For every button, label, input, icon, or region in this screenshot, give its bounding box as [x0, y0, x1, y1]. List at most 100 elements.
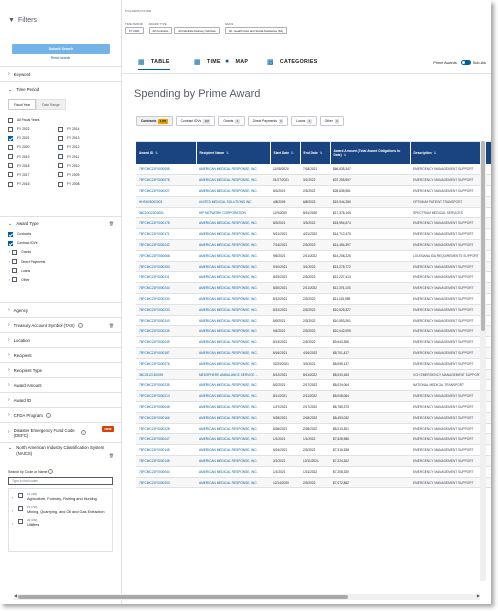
naics-search-input[interactable]: Type to find codes: [8, 477, 113, 485]
recipient-link[interactable]: AMERICAN MEDICAL RESPONSE, INC.: [196, 228, 270, 241]
filter-section-treasury-account-symbol-tas[interactable]: › Treasury Account Symbol (TAS) i 🗑: [0, 318, 121, 333]
award-tab-loans[interactable]: Loans 0: [291, 116, 317, 126]
award-id-link[interactable]: 75FCMC21F0000211: [136, 271, 196, 284]
checkbox[interactable]: [8, 181, 13, 187]
filter-section-cfda-program[interactable]: › CFDA Program i: [0, 408, 121, 423]
info-icon[interactable]: i: [80, 430, 86, 435]
award-type-section[interactable]: ⌄ Award Type: [0, 217, 121, 230]
award-id-link[interactable]: 75FCMC21F0000233: [136, 304, 196, 316]
award-type-checkbox[interactable]: Contracts: [8, 231, 121, 237]
scroll-left-icon[interactable]: ◀: [14, 593, 17, 598]
scrollbar-thumb[interactable]: [481, 141, 485, 331]
fiscal-year-checkbox[interactable]: FY 2010: [58, 163, 108, 169]
award-id-link[interactable]: 75FCMC21F0000227: [136, 185, 196, 197]
recipient-link[interactable]: AMERICAN MEDICAL RESPONSE, INC.: [196, 239, 270, 251]
info-icon[interactable]: i: [45, 412, 51, 418]
fiscal-year-checkbox[interactable]: FY 2018: [8, 163, 58, 169]
checkbox[interactable]: [8, 154, 13, 160]
toggle-switch[interactable]: [460, 60, 471, 65]
naics-section[interactable]: ⌄ North American Industry Classification…: [0, 443, 121, 467]
column-header[interactable]: Recipient Name ⇅: [196, 142, 271, 164]
fiscal-year-checkbox[interactable]: FY 2020: [8, 144, 58, 150]
award-id-link[interactable]: 75FCMC21F0000078: [136, 174, 196, 187]
recipient-link[interactable]: UNITED MEDICAL SOLUTIONS INC: [196, 196, 270, 208]
checkbox[interactable]: [58, 181, 63, 187]
recipient-link[interactable]: AMERICAN MEDICAL RESPONSE, INC.: [196, 358, 270, 370]
scrollbar-thumb[interactable]: [18, 595, 348, 599]
award-id-link[interactable]: 75FCMC21F0000230: [136, 293, 196, 305]
checkbox[interactable]: [8, 163, 13, 169]
award-id-link[interactable]: 36C10G21D0001: [136, 207, 196, 219]
checkbox[interactable]: [18, 506, 23, 511]
award-id-link[interactable]: 75FCMC21F0000247: [136, 433, 196, 446]
checkbox[interactable]: [8, 240, 13, 246]
fiscal-year-checkbox[interactable]: FY 2014: [58, 126, 108, 132]
award-id-link[interactable]: 75FCMC21F0000076: [136, 358, 196, 370]
filter-section-recipient[interactable]: › Recipient: [0, 348, 121, 363]
checkbox[interactable]: [58, 154, 63, 160]
chevron-right-icon[interactable]: ›: [9, 278, 10, 282]
checkbox[interactable]: [58, 172, 63, 178]
award-id-link[interactable]: 75FCMC21F0000055: [136, 164, 196, 176]
award-id-link[interactable]: 75FCMC21F0000203: [136, 477, 196, 489]
recipient-link[interactable]: AMERICAN MEDICAL RESPONSE, INC.: [196, 250, 270, 262]
chevron-right-icon[interactable]: ›: [9, 260, 10, 264]
recipient-link[interactable]: AMERICAN MEDICAL RESPONSE, INC.: [196, 185, 270, 197]
filter-chip[interactable]: FY 2021: [125, 27, 144, 34]
checkbox[interactable]: [18, 519, 23, 524]
checkbox[interactable]: [12, 268, 18, 274]
checkbox[interactable]: [8, 144, 13, 150]
fiscal-year-checkbox[interactable]: FY 2008: [58, 181, 108, 187]
tab-table[interactable]: ▦ TABLE: [138, 58, 170, 70]
recipient-link[interactable]: AMERICAN MEDICAL RESPONSE, INC.: [196, 390, 270, 403]
award-type-checkbox[interactable]: › Direct Payments: [8, 259, 121, 265]
naics-tree-item[interactable]: › 11 (4/0) Agriculture, Forestry, Fishing …: [9, 489, 112, 502]
column-header[interactable]: End Date ⇅: [300, 142, 331, 164]
recipient-link[interactable]: AMERICAN MEDICAL RESPONSE, INC.: [196, 315, 270, 327]
recipient-link[interactable]: AMERICAN MEDICAL RESPONSE, INC.: [196, 466, 270, 478]
checkbox[interactable]: [58, 163, 63, 169]
award-tab-grants[interactable]: Grants 0: [218, 116, 245, 126]
recipient-link[interactable]: AMERICAN MEDICAL RESPONSE, INC.: [196, 325, 270, 338]
award-id-link[interactable]: 75FCMC21F0000228: [136, 423, 196, 435]
award-tab-contracts[interactable]: Contracts 4,256: [136, 116, 173, 126]
award-id-link[interactable]: 75FCMC21F0000171: [136, 228, 196, 241]
checkbox[interactable]: [8, 231, 13, 237]
award-tab-contract-idvs[interactable]: Contract IDVs 193: [175, 116, 216, 126]
vertical-scrollbar[interactable]: [480, 141, 486, 581]
fiscal-year-checkbox[interactable]: FY 2012: [58, 144, 108, 150]
award-id-link[interactable]: 75FCMC21F0000178: [136, 217, 196, 230]
filter-chip[interactable]: All Indefinite Delivery Vehicles: [174, 27, 220, 34]
award-id-link[interactable]: 75FCMC21F0000244: [136, 282, 196, 295]
tab-date-range[interactable]: Date Range: [36, 99, 66, 110]
sort-icon[interactable]: ⇅: [154, 151, 158, 155]
award-id-link[interactable]: 36C24121D0039: [136, 369, 196, 381]
checkbox[interactable]: [12, 259, 18, 265]
award-id-link[interactable]: 75FCMC21F0000145: [136, 444, 196, 457]
recipient-link[interactable]: AMERICAN MEDICAL RESPONSE, INC.: [196, 174, 270, 187]
sort-icon[interactable]: ⇅: [290, 151, 294, 155]
column-header[interactable]: Description ⇅: [410, 142, 491, 164]
fiscal-year-checkbox[interactable]: FY 2013: [58, 135, 108, 141]
recipient-link[interactable]: AMERICAN MEDICAL RESPONSE, INC.: [196, 379, 270, 392]
sort-icon[interactable]: ⇅: [433, 151, 437, 155]
tab-time[interactable]: ▦ TIME: [194, 58, 221, 66]
award-id-link[interactable]: 75FCMC21F0000249: [136, 336, 196, 349]
chevron-right-icon[interactable]: ›: [9, 269, 10, 273]
recipient-link[interactable]: AMERICAN MEDICAL RESPONSE, INC.: [196, 282, 270, 295]
recipient-link[interactable]: AMERICAN MEDICAL RESPONSE, INC.: [196, 401, 270, 413]
checkbox[interactable]: [8, 135, 13, 141]
defc-section[interactable]: › Disaster Emergency Fund Code (DEFC) i …: [0, 423, 121, 443]
filter-section-agency[interactable]: › Agency: [0, 303, 121, 318]
trash-icon[interactable]: 🗑: [109, 323, 114, 328]
scroll-right-icon[interactable]: ▶: [477, 593, 480, 598]
info-icon[interactable]: i: [48, 469, 54, 474]
award-id-link[interactable]: 75FCMC21F0000166: [136, 412, 196, 424]
recipient-link[interactable]: AMERICAN MEDICAL RESPONSE, INC.: [196, 433, 270, 446]
award-id-link[interactable]: 75FCMC21F0000187: [136, 347, 196, 359]
checkbox[interactable]: [8, 172, 13, 178]
tab-categories[interactable]: ▩ CATEGORIES: [267, 58, 318, 66]
award-id-link[interactable]: 75FCMC21F0000044: [136, 466, 196, 478]
recipient-link[interactable]: AMERICAN MEDICAL RESPONSE, INC.: [196, 164, 270, 176]
checkbox[interactable]: [58, 135, 63, 141]
